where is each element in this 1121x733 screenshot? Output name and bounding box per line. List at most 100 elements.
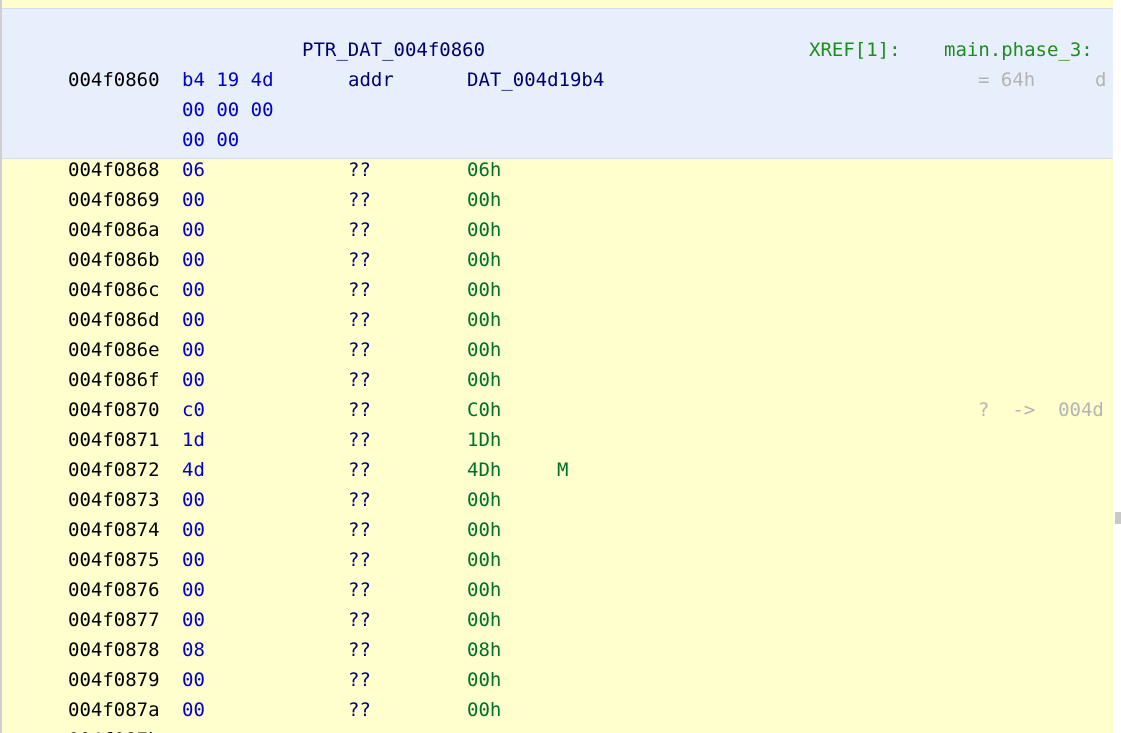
row-byte[interactable]: 00 xyxy=(182,695,205,725)
row-address[interactable]: 004f0871 xyxy=(68,425,160,455)
table-row[interactable]: 004f0868 06?? 06h xyxy=(0,155,1113,185)
table-row[interactable]: 004f087a 00?? 00h xyxy=(0,695,1113,725)
row-value[interactable]: 00h xyxy=(467,605,501,635)
row-value[interactable]: 1Dh xyxy=(467,425,501,455)
row-mnemonic[interactable]: ?? xyxy=(348,575,371,605)
row-mnemonic[interactable]: ?? xyxy=(348,185,371,215)
table-row[interactable]: 004f0869 00?? 00h xyxy=(0,185,1113,215)
row-value[interactable]: 00h xyxy=(467,245,501,275)
row-value[interactable]: 00h xyxy=(467,695,501,725)
table-row[interactable]: 004f086b 00?? 00h xyxy=(0,245,1113,275)
row-value[interactable]: C0h xyxy=(467,395,501,425)
table-row[interactable]: 004f086f 00?? 00h xyxy=(0,365,1113,395)
table-row[interactable]: 004f0877 00?? 00h xyxy=(0,605,1113,635)
row-byte[interactable]: 00 xyxy=(182,575,205,605)
row-mnemonic[interactable]: ?? xyxy=(348,365,371,395)
row-address[interactable]: 004f0878 xyxy=(68,635,160,665)
row-value[interactable]: 00h xyxy=(467,215,501,245)
row-address[interactable]: 004f0869 xyxy=(68,185,160,215)
table-row[interactable]: 004f086a 00?? 00h xyxy=(0,215,1113,245)
row-address[interactable]: 004f0875 xyxy=(68,545,160,575)
row-byte[interactable]: 06 xyxy=(182,155,205,185)
header-address[interactable]: 004f0860 xyxy=(68,65,160,95)
row-mnemonic[interactable]: ?? xyxy=(348,455,371,485)
table-row[interactable]: 004f0873 00?? 00h xyxy=(0,485,1113,515)
row-value[interactable]: 00h xyxy=(467,185,501,215)
row-value[interactable]: 00h xyxy=(467,545,501,575)
row-byte[interactable]: 00 xyxy=(182,365,205,395)
row-byte[interactable]: c0 xyxy=(182,395,205,425)
row-mnemonic[interactable]: ?? xyxy=(348,245,371,275)
row-value[interactable]: 00h xyxy=(467,575,501,605)
row-address[interactable]: 004f0874 xyxy=(68,515,160,545)
vertical-scrollbar[interactable] xyxy=(1113,0,1121,733)
table-row[interactable]: 004f0871 1d?? 1Dh xyxy=(0,425,1113,455)
table-row[interactable]: 004f0879 00?? 00h xyxy=(0,665,1113,695)
row-mnemonic[interactable]: ?? xyxy=(348,485,371,515)
row-byte[interactable]: 00 xyxy=(182,335,205,365)
row-value[interactable]: 00h xyxy=(467,275,501,305)
header-bytes-line-2[interactable]: 00 00 00 xyxy=(182,95,274,125)
row-address[interactable]: 004f0868 xyxy=(68,155,160,185)
row-value[interactable]: 00h xyxy=(467,305,501,335)
row-address[interactable]: 004f086f xyxy=(68,365,160,395)
row-value[interactable]: 06h xyxy=(467,155,501,185)
xref-target-link[interactable]: main.phase_3: xyxy=(944,35,1093,65)
row-byte[interactable]: 00 xyxy=(182,305,205,335)
row-byte[interactable]: 00 xyxy=(182,605,205,635)
row-byte[interactable]: 08 xyxy=(182,635,205,665)
table-row[interactable]: 004f086c 00?? 00h xyxy=(0,275,1113,305)
row-value[interactable]: 00h xyxy=(467,665,501,695)
row-mnemonic[interactable]: ?? xyxy=(348,305,371,335)
row-byte[interactable]: 00 xyxy=(182,245,205,275)
table-row[interactable]: 004f086e 00?? 00h xyxy=(0,335,1113,365)
table-row[interactable]: 004f0870 c0?? C0h ? -> 004d xyxy=(0,395,1113,425)
row-address[interactable]: 004f086d xyxy=(68,305,160,335)
table-row[interactable]: 004f0878 08?? 08h xyxy=(0,635,1113,665)
header-mnemonic[interactable]: addr xyxy=(348,65,394,95)
row-mnemonic[interactable]: ?? xyxy=(348,335,371,365)
row-value[interactable]: 00h xyxy=(467,365,501,395)
row-address[interactable]: 004f0879 xyxy=(68,665,160,695)
listing-view[interactable]: PTR_DAT_004f0860 XREF[1]: main.phase_3: … xyxy=(0,0,1121,733)
row-value[interactable]: 00h xyxy=(467,485,501,515)
row-address[interactable]: 004f086a xyxy=(68,215,160,245)
row-mnemonic[interactable]: ?? xyxy=(348,215,371,245)
header-bytes-line-1[interactable]: b4 19 4d xyxy=(182,65,274,95)
row-mnemonic[interactable]: ?? xyxy=(348,605,371,635)
row-mnemonic[interactable]: ?? xyxy=(348,395,371,425)
row-byte[interactable]: 00 xyxy=(182,275,205,305)
table-row[interactable]: 004f0876 00?? 00h xyxy=(0,575,1113,605)
row-byte[interactable]: 00 xyxy=(182,215,205,245)
row-value[interactable]: 08h xyxy=(467,635,501,665)
table-row[interactable]: 004f0874 00?? 00h xyxy=(0,515,1113,545)
row-mnemonic[interactable]: ?? xyxy=(348,155,371,185)
table-row[interactable]: 004f086d 00?? 00h xyxy=(0,305,1113,335)
row-mnemonic[interactable]: ?? xyxy=(348,515,371,545)
row-mnemonic[interactable]: ?? xyxy=(348,695,371,725)
scrollbar-thumb[interactable] xyxy=(1115,512,1121,524)
row-byte[interactable]: 00 xyxy=(182,185,205,215)
row-address[interactable]: 004f087a xyxy=(68,695,160,725)
label-ptr[interactable]: PTR_DAT_004f0860 xyxy=(302,35,485,65)
row-byte[interactable]: 00 xyxy=(182,515,205,545)
row-address[interactable]: 004f0873 xyxy=(68,485,160,515)
row-address[interactable]: 004f086e xyxy=(68,335,160,365)
row-mnemonic[interactable]: ?? xyxy=(348,635,371,665)
row-address[interactable]: 004f0872 xyxy=(68,455,160,485)
row-mnemonic[interactable]: ?? xyxy=(348,545,371,575)
table-row[interactable]: 004f0872 4d?? 4Dh M xyxy=(0,455,1113,485)
header-bytes-line-3[interactable]: 00 00 xyxy=(182,125,239,155)
row-address[interactable]: 004f0877 xyxy=(68,605,160,635)
row-byte[interactable]: 1d xyxy=(182,425,205,455)
row-byte[interactable]: 00 xyxy=(182,485,205,515)
row-value[interactable]: 4Dh xyxy=(467,455,501,485)
row-mnemonic[interactable]: ?? xyxy=(348,275,371,305)
header-operand-link[interactable]: DAT_004d19b4 xyxy=(467,65,604,95)
row-value[interactable]: 00h xyxy=(467,335,501,365)
row-address[interactable]: 004f086c xyxy=(68,275,160,305)
row-address[interactable]: 004f0876 xyxy=(68,575,160,605)
row-byte[interactable]: 00 xyxy=(182,665,205,695)
table-row[interactable]: 004f0875 00?? 00h xyxy=(0,545,1113,575)
row-mnemonic[interactable]: ?? xyxy=(348,665,371,695)
